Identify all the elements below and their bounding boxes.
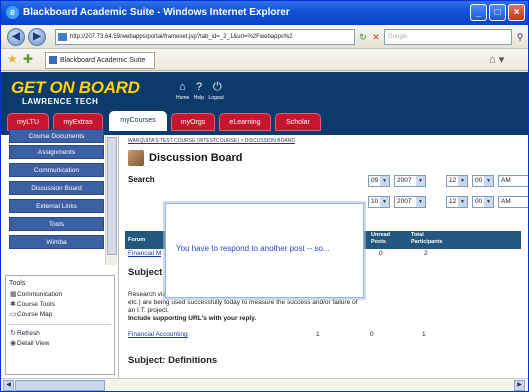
home-link[interactable]: Home <box>176 95 189 101</box>
unread-count: 0 <box>379 250 383 257</box>
menu-external-links[interactable]: External Links <box>9 199 104 213</box>
description-bold: Include supporting URL's with your reply… <box>128 315 257 322</box>
tab-mycourses[interactable]: myCourses <box>109 111 167 131</box>
row2-value-a: 1 <box>316 331 320 338</box>
row2-value-c: 1 <box>422 331 426 338</box>
logo-title: GET ON BOARD <box>11 78 140 97</box>
search-input[interactable]: Google <box>384 29 512 45</box>
detail-view-label: Detail View <box>17 340 50 347</box>
window-title: Blackboard Academic Suite - Windows Inte… <box>23 7 290 18</box>
logo-subtitle: LAWRENCE TECH <box>22 97 99 106</box>
logout-link[interactable]: Logout <box>208 95 223 101</box>
communication-icon: ▦ <box>10 291 17 298</box>
menu-discussion-board[interactable]: Discussion Board <box>9 181 104 195</box>
address-text: http://207.73.64.59/webapps/portal/frame… <box>70 34 293 40</box>
add-favorites-icon[interactable]: ✚ <box>23 52 33 66</box>
forum-link-2[interactable]: Financial Accounting <box>128 331 188 338</box>
site-header: GET ON BOARD LAWRENCE TECH ⌂ ? ⏻ Home He… <box>1 72 528 131</box>
scroll-thumb[interactable] <box>15 380 105 391</box>
tool-course-map-label: Course Map <box>17 311 53 318</box>
page-icon <box>58 33 67 41</box>
tab-page-icon <box>49 56 57 64</box>
tab-elearning[interactable]: eLearning <box>219 113 271 131</box>
menu-tools[interactable]: Tools <box>9 217 104 231</box>
horizontal-scrollbar[interactable]: ◀ ▶ <box>1 378 528 391</box>
favorites-star-icon[interactable]: ★ <box>7 52 18 66</box>
tools-panel: Tools ▦Communication ✱Course Tools ▭Cour… <box>5 275 115 375</box>
tab-label: Blackboard Academic Suite <box>60 57 146 64</box>
menu-scroll-thumb[interactable] <box>107 137 117 255</box>
tool-communication[interactable]: ▦Communication <box>6 289 114 299</box>
minimize-button[interactable]: _ <box>470 4 487 21</box>
tools-heading: Tools <box>9 280 26 287</box>
menu-course-documents[interactable]: Course Documents <box>9 129 104 143</box>
col-total: Total Participants <box>411 232 443 245</box>
menu-wimba[interactable]: Wimba <box>9 235 104 249</box>
title-bar: e Blackboard Academic Suite - Windows In… <box>1 1 528 25</box>
row2-value-b: 0 <box>370 331 374 338</box>
back-icon[interactable]: ◀ <box>7 28 25 46</box>
menu-assignments[interactable]: Assignments <box>9 145 104 159</box>
header-links: Home Help Logout <box>176 95 227 101</box>
home-icon[interactable]: ⌂ ▾ <box>489 53 504 66</box>
logout-header-icon[interactable]: ⏻ <box>213 81 222 94</box>
home-header-icon[interactable]: ⌂ <box>179 81 186 93</box>
forum-link[interactable]: Financial M <box>128 250 161 257</box>
menu-scrollbar[interactable] <box>105 135 117 265</box>
tool-course-tools-label: Course Tools <box>17 301 55 308</box>
course-tools-icon: ✱ <box>10 301 16 308</box>
forward-icon[interactable]: ▶ <box>28 28 46 46</box>
course-map-icon: ▭ <box>10 311 17 318</box>
col-unread: Unread Posts <box>371 232 390 245</box>
help-link[interactable]: Help <box>194 95 204 101</box>
tool-communication-label: Communication <box>17 291 63 298</box>
tools-divider <box>9 319 111 325</box>
scroll-right-icon[interactable]: ▶ <box>514 380 525 391</box>
detail-view-action[interactable]: ◉Detail View <box>6 338 114 348</box>
address-bar[interactable]: http://207.73.64.59/webapps/portal/frame… <box>55 29 355 45</box>
go-refresh-icon[interactable]: ↻ <box>356 30 370 44</box>
subject-heading-2: Subject: Definitions <box>128 355 218 366</box>
menu-communication[interactable]: Communication <box>9 163 104 177</box>
detail-view-icon: ◉ <box>10 340 17 347</box>
course-menu: Course Documents Assignments Communicati… <box>1 129 119 378</box>
nav-tabs: myLTU myExtras myCourses myOrgs eLearnin… <box>1 111 528 131</box>
maximize-button[interactable]: □ <box>489 4 506 21</box>
total-count: 2 <box>424 250 428 257</box>
help-header-icon[interactable]: ? <box>196 81 202 93</box>
tooltip-popup: You have to respond to another post -- s… <box>165 203 364 298</box>
search-icon[interactable]: ⚲ <box>513 30 527 44</box>
stop-icon[interactable]: ✕ <box>369 30 383 44</box>
tab-myorgs[interactable]: myOrgs <box>171 113 215 131</box>
browser-tab[interactable]: Blackboard Academic Suite <box>45 52 155 69</box>
favorites-bar: ★ ✚ Blackboard Academic Suite ⌂ ▾ <box>1 49 528 71</box>
refresh-label: Refresh <box>17 330 40 337</box>
navigation-bar: ◀ ▶ http://207.73.64.59/webapps/portal/f… <box>1 25 528 49</box>
col-forum: Forum <box>128 237 146 243</box>
tab-scholar[interactable]: Scholar <box>275 113 321 131</box>
refresh-icon: ↻ <box>10 330 16 337</box>
tool-course-map[interactable]: ▭Course Map <box>6 309 114 319</box>
ie-icon: e <box>6 6 19 19</box>
tool-course-tools[interactable]: ✱Course Tools <box>6 299 114 309</box>
popup-message: You have to respond to another post -- s… <box>176 244 330 253</box>
scroll-left-icon[interactable]: ◀ <box>3 380 14 391</box>
refresh-action[interactable]: ↻Refresh <box>6 328 114 338</box>
close-button[interactable]: × <box>508 4 525 21</box>
browser-window: e Blackboard Academic Suite - Windows In… <box>0 0 529 392</box>
